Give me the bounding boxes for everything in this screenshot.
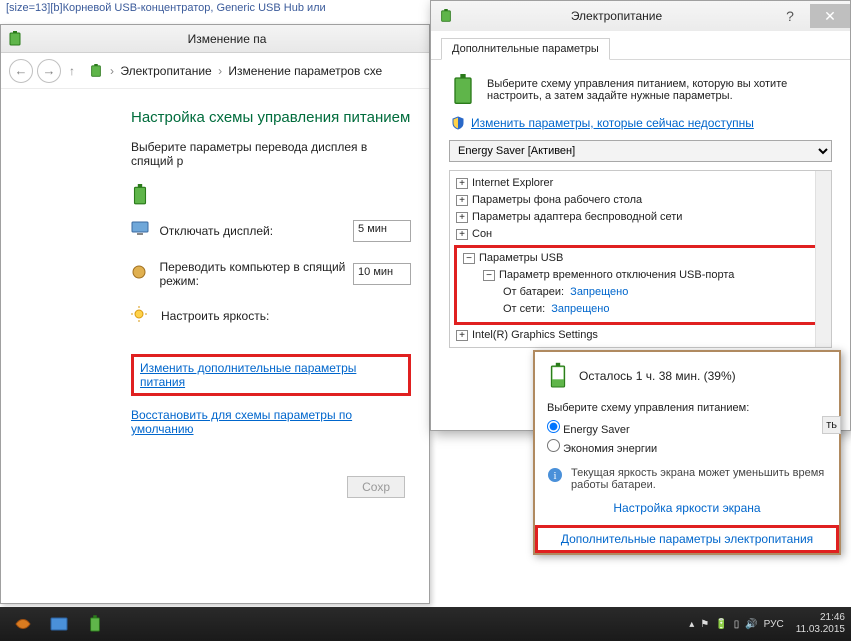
background-forum-text: [size=13][b]Корневой USB-концентратор, G… [6, 2, 326, 14]
link-additional-power-settings[interactable]: Изменить дополнительные параметры питани… [140, 361, 356, 389]
tree-node-usb-battery[interactable]: От батареи: Запрещено [459, 284, 822, 301]
system-tray[interactable]: ▴ ⚑ 🔋 ▯ 🔊 РУС 21:46 11.03.2015 [689, 612, 845, 636]
tray-language[interactable]: РУС [764, 619, 784, 630]
tray-flag-icon[interactable]: ⚑ [700, 619, 709, 630]
battery-icon [547, 362, 569, 390]
battery-status-text: Осталось 1 ч. 38 мин. (39%) [579, 369, 736, 383]
battery-flyout: Осталось 1 ч. 38 мин. (39%) ть Выберите … [533, 350, 841, 555]
tab-bar: Дополнительные параметры [431, 31, 850, 60]
titlebar[interactable]: Электропитание ? ✕ [431, 1, 850, 31]
tree-node-intel-graphics[interactable]: +Intel(R) Graphics Settings [452, 327, 829, 344]
help-button[interactable]: ? [770, 4, 810, 28]
battery-icon [449, 74, 477, 106]
row-sleep: Переводить компьютер в спящий режим: 10 … [131, 260, 411, 288]
tray-chevron-icon[interactable]: ▴ [689, 619, 694, 630]
tree-node-usb-suspend[interactable]: −Параметр временного отключения USB-порт… [459, 267, 822, 284]
moon-icon [131, 264, 149, 284]
save-button[interactable]: Сохр [347, 476, 405, 498]
monitor-icon [131, 221, 149, 241]
link-restore-defaults[interactable]: Восстановить для схемы параметры по умол… [131, 408, 352, 436]
taskbar-controlpanel-icon[interactable] [42, 610, 76, 638]
label: Переводить компьютер в спящий режим: [159, 260, 353, 288]
battery-icon [439, 8, 455, 24]
tree-scrollbar[interactable] [815, 171, 831, 347]
truncated-button[interactable]: ть [822, 416, 841, 434]
tree-node-usb[interactable]: −Параметры USB [459, 250, 822, 267]
sun-icon [131, 306, 151, 326]
window-edit-plan: Изменение па ← → ↑ › Электропитание › Из… [0, 24, 430, 604]
highlight-additional-params: Изменить дополнительные параметры питани… [131, 354, 411, 396]
settings-tree: +Internet Explorer +Параметры фона рабоч… [449, 170, 832, 348]
tray-clock[interactable]: 21:46 11.03.2015 [796, 612, 845, 636]
page-heading: Настройка схемы управления питанием [131, 109, 411, 126]
nav-fwd-button[interactable]: → [37, 59, 61, 83]
link-more-power-settings[interactable]: Дополнительные параметры электропитания [561, 532, 813, 546]
tree-node-wallpaper[interactable]: +Параметры фона рабочего стола [452, 192, 829, 209]
tree-node-usb-ac[interactable]: От сети: Запрещено [459, 301, 822, 318]
info-text: Текущая яркость экрана может уменьшить в… [571, 467, 827, 491]
tree-node-power-buttons[interactable]: +Кнопки питания и крышка [452, 344, 829, 348]
tab-advanced[interactable]: Дополнительные параметры [441, 38, 610, 60]
taskbar: ▴ ⚑ 🔋 ▯ 🔊 РУС 21:46 11.03.2015 [0, 607, 851, 641]
sleep-select[interactable]: 10 мин [353, 263, 411, 285]
label: Настроить яркость: [161, 309, 371, 323]
breadcrumb[interactable]: › Электропитание › Изменение параметров … [107, 64, 382, 78]
tray-volume-icon[interactable]: 🔊 [745, 619, 757, 630]
titlebar[interactable]: Изменение па [1, 25, 429, 53]
link-brightness-settings[interactable]: Настройка яркости экрана [613, 501, 760, 515]
tray-battery-icon[interactable]: 🔋 [715, 619, 727, 630]
display-off-select[interactable]: 5 мин [353, 220, 411, 242]
svg-text:i: i [553, 470, 556, 482]
tree-node-sleep[interactable]: +Сон [452, 226, 829, 243]
shield-icon [451, 116, 465, 130]
intro-text: Выберите схему управления питанием, кото… [487, 78, 832, 102]
label: Отключать дисплей: [159, 224, 353, 238]
radio-economy[interactable]: Экономия энергии [547, 439, 827, 455]
taskbar-battery-icon[interactable] [78, 610, 112, 638]
battery-icon [89, 63, 103, 79]
info-icon: i [547, 467, 563, 483]
nav-row: ← → ↑ › Электропитание › Изменение парам… [1, 53, 429, 89]
nav-up-icon[interactable]: ↑ [69, 64, 75, 78]
page-subtitle: Выберите параметры перевода дисплея в сп… [131, 140, 411, 168]
window-title: Изменение па [31, 32, 423, 46]
row-display-off: Отключать дисплей: 5 мин [131, 220, 411, 242]
radio-energy-saver[interactable]: Energy Saver [547, 420, 827, 436]
row-brightness: Настроить яркость: [131, 306, 411, 326]
nav-back-button[interactable]: ← [9, 59, 33, 83]
battery-icon [7, 31, 23, 47]
tray-network-icon[interactable]: ▯ [734, 619, 740, 630]
tree-node-wifi[interactable]: +Параметры адаптера беспроводной сети [452, 209, 829, 226]
highlight-more-power-settings: Дополнительные параметры электропитания [535, 525, 839, 553]
choose-plan-label: Выберите схему управления питанием: [547, 402, 827, 414]
plan-select[interactable]: Energy Saver [Активен] [449, 140, 832, 162]
close-button[interactable]: ✕ [810, 4, 850, 28]
tree-node-ie[interactable]: +Internet Explorer [452, 175, 829, 192]
link-unlock-settings[interactable]: Изменить параметры, которые сейчас недос… [471, 116, 754, 130]
taskbar-app-icon[interactable] [6, 610, 40, 638]
battery-column-icon [131, 184, 401, 206]
window-title: Электропитание [463, 9, 770, 23]
highlight-usb-section: −Параметры USB −Параметр временного откл… [454, 245, 827, 325]
